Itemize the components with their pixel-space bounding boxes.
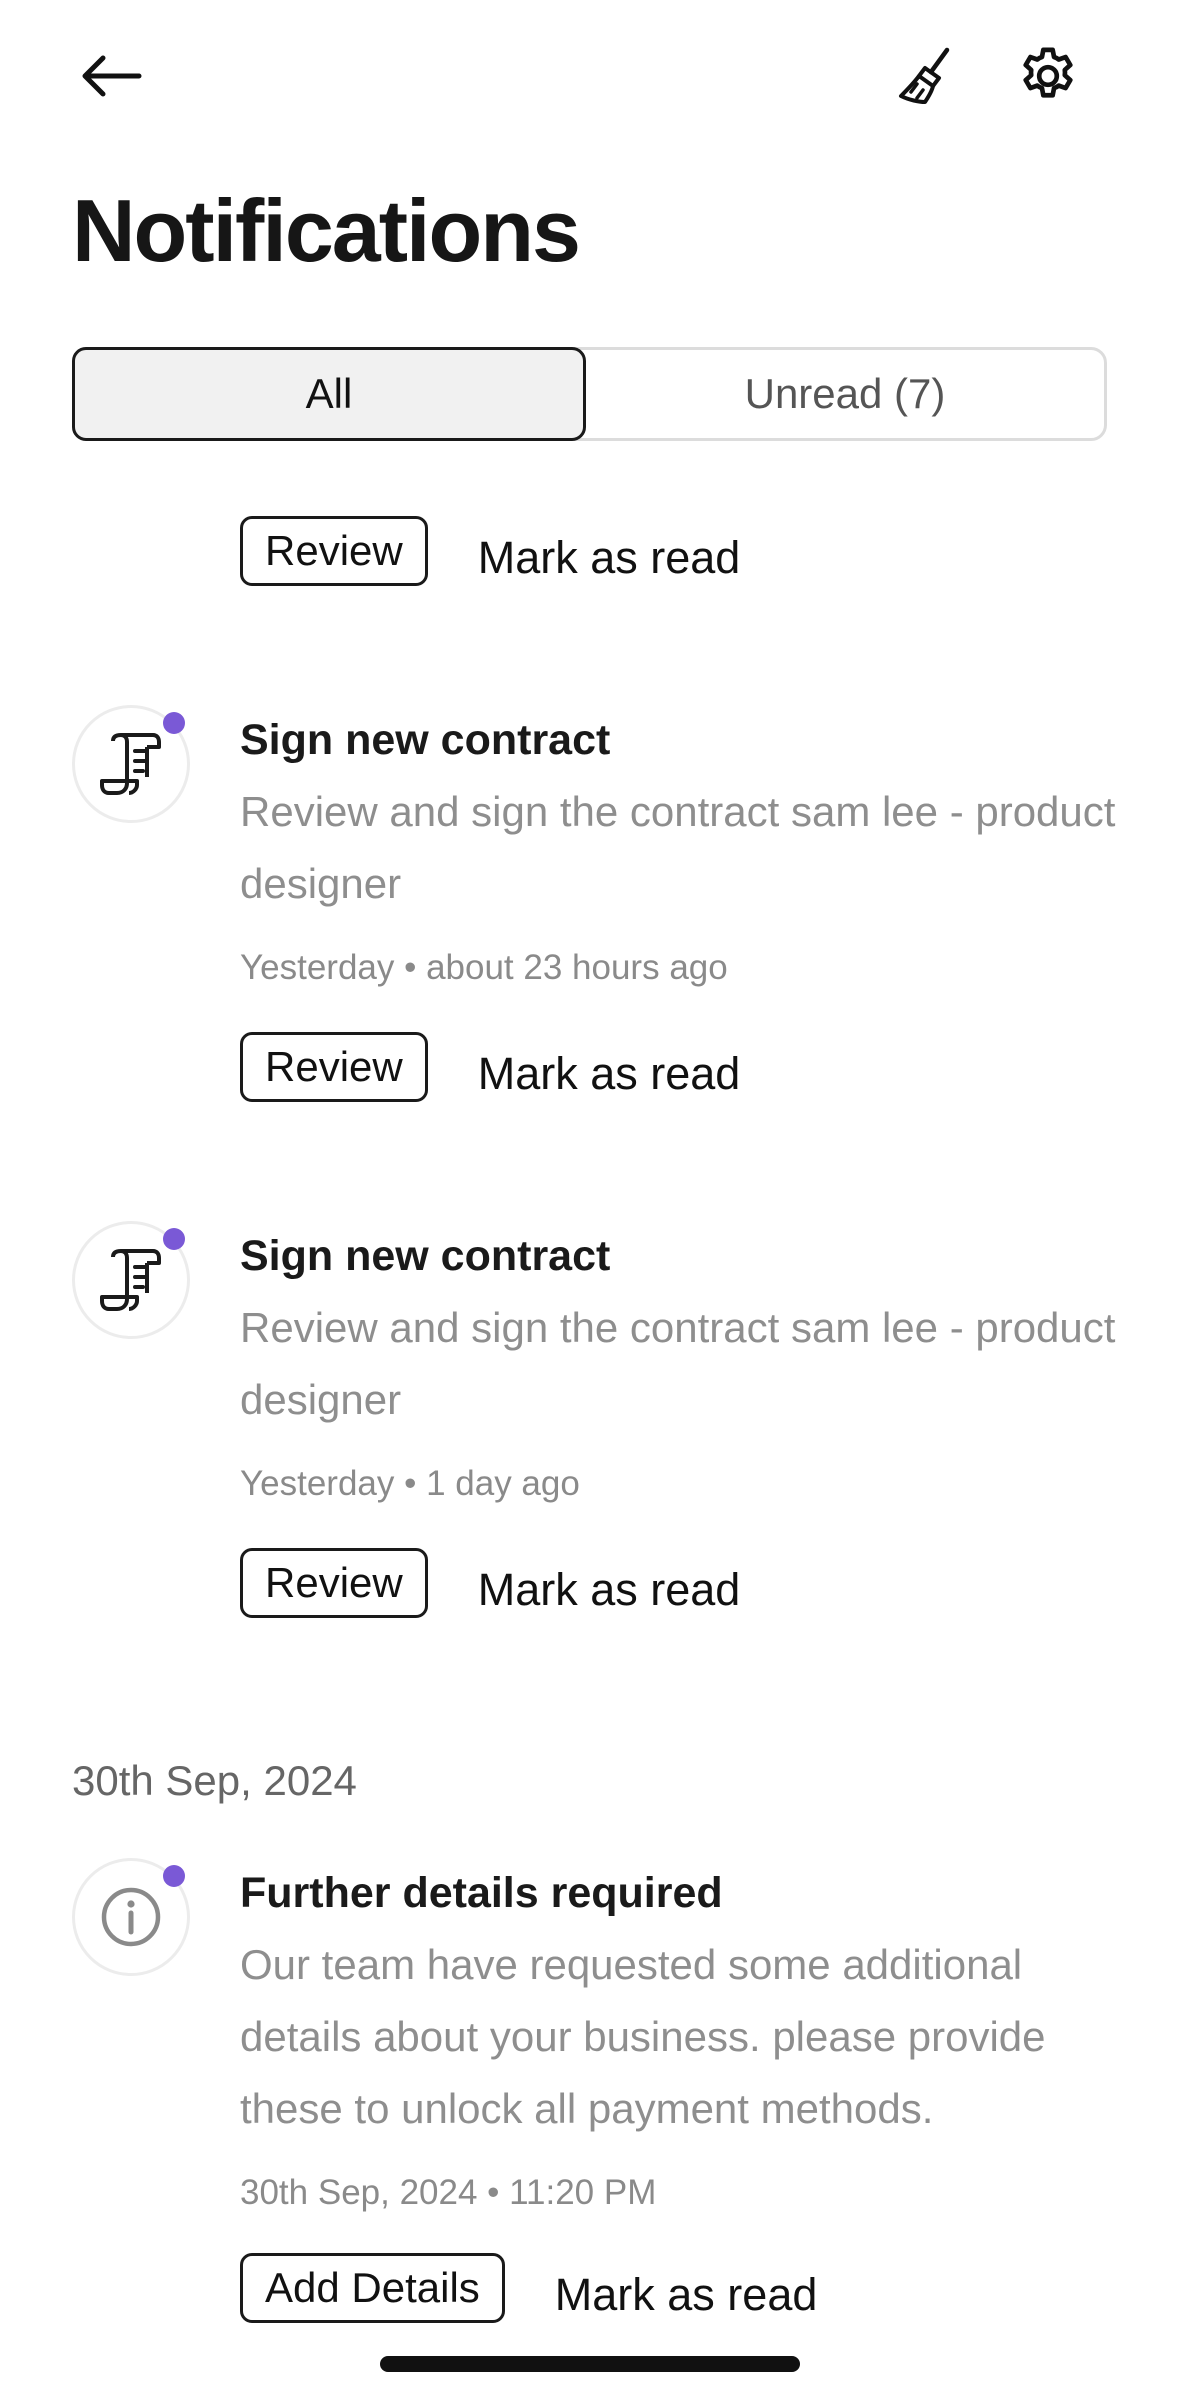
partial-notification-actions: Review Mark as read xyxy=(240,515,740,587)
mark-as-read-button[interactable]: Mark as read xyxy=(555,2255,818,2321)
tab-unread[interactable]: Unread (7) xyxy=(586,350,1104,438)
home-indicator[interactable] xyxy=(380,2356,800,2372)
unread-dot xyxy=(163,1228,185,1250)
settings-button[interactable] xyxy=(1003,31,1093,121)
notification-filter-tabs: All Unread (7) xyxy=(72,347,1107,441)
mark-as-read-button[interactable]: Mark as read xyxy=(478,1034,741,1100)
notification-actions: Review Mark as read xyxy=(240,1547,740,1619)
notification-actions: Add Details Mark as read xyxy=(240,2252,817,2324)
section-date-header: 30th Sep, 2024 xyxy=(72,1757,357,1804)
notification-description: Our team have requested some additional … xyxy=(240,1941,1046,2132)
contract-scroll-icon xyxy=(100,733,161,795)
notification-description: Review and sign the contract sam lee - p… xyxy=(240,788,1116,907)
page-title: Notifications xyxy=(72,181,581,280)
tab-all[interactable]: All xyxy=(72,347,586,441)
gear-icon xyxy=(1023,47,1073,98)
mark-as-read-button[interactable]: Mark as read xyxy=(478,1550,741,1616)
back-button[interactable] xyxy=(66,31,156,121)
notification-description: Review and sign the contract sam lee - p… xyxy=(240,1304,1116,1423)
notification-title: Further details required xyxy=(240,1869,723,1917)
notification-timestamp: Yesterday • 1 day ago xyxy=(240,1464,580,1503)
notification-timestamp: 30th Sep, 2024 • 11:20 PM xyxy=(240,2173,657,2212)
arrow-left-icon xyxy=(82,55,142,97)
notification-actions: Review Mark as read xyxy=(240,1031,740,1103)
clear-all-button[interactable] xyxy=(882,31,972,121)
unread-dot xyxy=(163,712,185,734)
review-button[interactable]: Review xyxy=(240,1548,428,1618)
notification-icon xyxy=(72,1858,190,1976)
notification-title: Sign new contract xyxy=(240,1232,611,1280)
notification-title: Sign new contract xyxy=(240,716,611,764)
info-icon xyxy=(101,1887,161,1947)
mark-as-read-button[interactable]: Mark as read xyxy=(478,518,741,584)
add-details-button[interactable]: Add Details xyxy=(240,2253,505,2323)
notification-icon xyxy=(72,705,190,823)
unread-dot xyxy=(163,1865,185,1887)
notification-icon xyxy=(72,1221,190,1339)
review-button[interactable]: Review xyxy=(240,1032,428,1102)
notification-timestamp: Yesterday • about 23 hours ago xyxy=(240,948,728,987)
contract-scroll-icon xyxy=(100,1249,161,1311)
review-button[interactable]: Review xyxy=(240,516,428,586)
broom-icon xyxy=(899,47,950,104)
